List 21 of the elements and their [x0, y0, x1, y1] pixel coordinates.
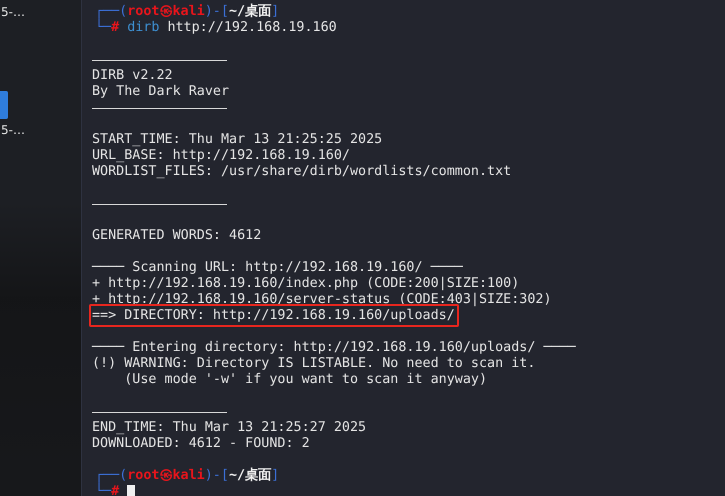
terminal-line: ──── Entering directory: http://192.168.19.160/uploads/ ────: [92, 340, 576, 356]
terminal-line: WORDLIST_FILES: /usr/share/dirb/wordlists/common.txt: [92, 164, 512, 180]
terminal-line: + http://192.168.19.160/server-status (CODE:403|SIZE:302): [92, 292, 552, 308]
desktop-icon-label: 5-…: [1, 5, 26, 19]
terminal-line: END_TIME: Thu Mar 13 21:25:27 2025: [92, 420, 366, 436]
terminal-line: DIRB v2.22: [92, 68, 173, 84]
terminal-line: + http://192.168.19.160/index.php (CODE:200|SIZE:100): [92, 276, 520, 292]
terminal-line: DOWNLOADED: 4612 - FOUND: 2: [92, 436, 310, 452]
shell-prompt: └─#: [95, 484, 120, 496]
shell-prompt: ┌──(root㉿kali)-[~/桌面]: [95, 4, 280, 19]
shell-prompt: ┌──(root㉿kali)-[~/桌面]: [95, 468, 280, 483]
terminal-line: By The Dark Raver: [92, 84, 230, 100]
terminal-line: ==> DIRECTORY: http://192.168.19.160/uploads/: [92, 308, 455, 324]
desktop-icon-label: 5-…: [1, 123, 26, 137]
terminal-line: (Use mode '-w' if you want to scan it anyway): [123, 372, 488, 388]
shell-prompt: └─# dirb http://192.168.19.160: [95, 20, 337, 36]
terminal-line: ──── Scanning URL: http://192.168.19.160/ ────: [92, 260, 463, 276]
terminal-line: GENERATED WORDS: 4612: [92, 228, 262, 244]
terminal-line: START_TIME: Thu Mar 13 21:25:25 2025: [92, 132, 382, 148]
terminal-line: URL_BASE: http://192.168.19.160/: [92, 148, 350, 164]
terminal-line: (!) WARNING: Directory IS LISTABLE. No need to scan it.: [92, 356, 536, 372]
